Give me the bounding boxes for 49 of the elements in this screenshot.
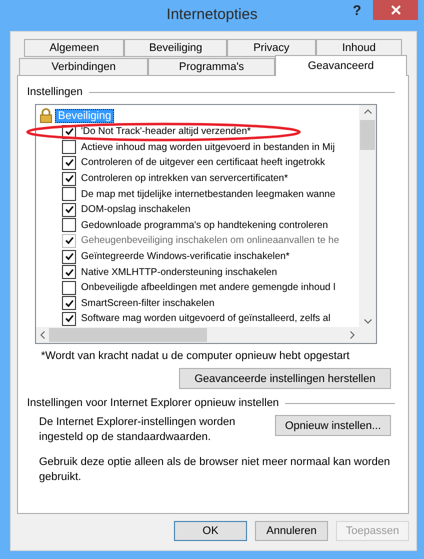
restore-button[interactable]: Geavanceerde instellingen herstellen	[179, 368, 391, 389]
checkbox[interactable]	[62, 280, 76, 295]
checkbox[interactable]	[62, 250, 76, 264]
setting-label: Native XMLHTTP-ondersteuning inschakelen	[81, 266, 278, 278]
checkbox[interactable]	[62, 156, 76, 170]
help-button[interactable]: ?	[345, 0, 369, 20]
checkbox[interactable]	[62, 312, 76, 326]
setting-label: Geheugenbeveiliging inschakelen om onlineaanvallen te he	[81, 235, 340, 246]
setting-label: Controleren op intrekken van servercertificaten*	[81, 173, 288, 184]
tab[interactable]: Algemeen	[24, 39, 124, 57]
setting-label: 'Do Not Track'-header altijd verzenden*	[81, 126, 251, 138]
setting-label: De map met tijdelijke internetbestanden leegmaken wanne	[81, 188, 336, 200]
close-icon	[390, 5, 400, 15]
checkbox[interactable]	[62, 202, 76, 217]
tab[interactable]: Geavanceerd	[274, 55, 407, 76]
description-text: De Internet Explorer-instellingen worden ingesteld op de standaardwaarden.	[39, 415, 236, 445]
setting-label: SmartScreen-filter inschakelen	[81, 298, 214, 309]
window-title: Internetopties	[166, 6, 258, 23]
checkbox[interactable]	[62, 218, 76, 232]
setting-label: Geïntegreerde Windows-verificatie inschakelen*	[81, 251, 290, 262]
checkmark-icon	[64, 205, 74, 214]
setting-label: Software mag worden uitgevoerd of geïnstalleerd, zelfs al	[81, 313, 330, 324]
tab[interactable]: Beveiliging	[124, 39, 227, 57]
note-text: Gebruik deze optie alleen als de browser niet meer normaal kan worden gebruikt.	[39, 455, 391, 485]
dialog-button[interactable]: Annuleren	[255, 521, 328, 541]
footnote: *Wordt van kracht nadat u de computer opnieuw hebt opgestart	[41, 350, 351, 362]
close-button[interactable]	[373, 0, 418, 20]
checkbox[interactable]	[62, 296, 76, 310]
checkbox[interactable]	[62, 172, 76, 186]
checkbox[interactable]	[62, 187, 76, 202]
tab[interactable]: Privacy	[226, 39, 316, 57]
setting-label: Controleren of de uitgever een certificaat heeft ingetrokk	[81, 157, 325, 168]
setting-label: Onbeveiligde afbeeldingen met andere gemengde inhoud l	[81, 282, 336, 294]
group-label: Instellingen voor Internet Explorer opnieuw instellen	[27, 397, 279, 409]
checkbox[interactable]	[62, 265, 76, 280]
group-label: Instellingen	[27, 86, 83, 98]
checkmark-icon	[64, 127, 74, 136]
settings-list[interactable]	[35, 104, 377, 344]
lock-icon	[39, 108, 53, 123]
setting-label: DOM-opslag inschakelen	[81, 204, 190, 216]
tab[interactable]: Verbindingen	[19, 58, 148, 76]
setting-label: Gedownloade programma's op handtekening controleren	[81, 220, 328, 231]
setting-label: Actieve inhoud mag worden uitgevoerd in bestanden in Mij	[81, 142, 335, 153]
scroll-thumb[interactable]	[360, 120, 375, 150]
tab[interactable]: Programma's	[148, 58, 275, 76]
scroll-thumb[interactable]	[49, 328, 207, 342]
dialog-button[interactable]: OK	[174, 521, 247, 541]
reset-button[interactable]: Opnieuw instellen...	[275, 415, 391, 436]
checkbox[interactable]	[62, 140, 76, 154]
